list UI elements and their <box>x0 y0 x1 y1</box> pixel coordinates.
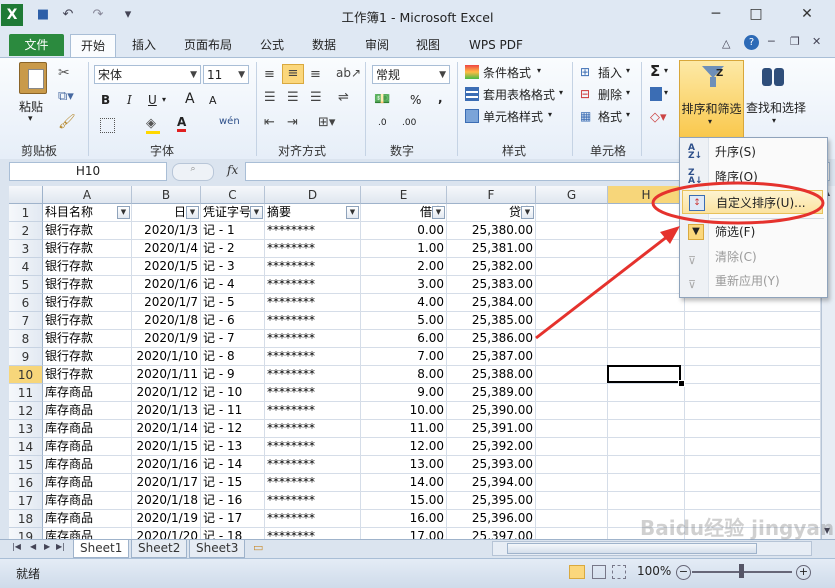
annotation-overlay <box>535 181 825 340</box>
highlight-ring <box>651 181 825 225</box>
annotation-arrow <box>535 234 669 340</box>
